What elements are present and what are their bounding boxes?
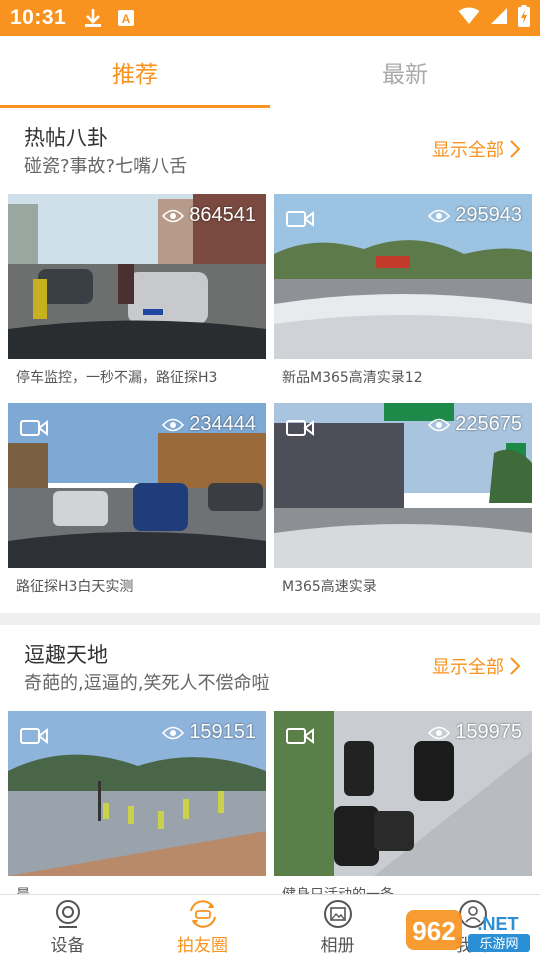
- view-count-value: 159151: [189, 721, 256, 743]
- video-thumbnail: 225675: [274, 403, 532, 568]
- video-caption: 新品M365高清实录12: [282, 370, 423, 386]
- video-caption: M365高速实录: [282, 579, 377, 595]
- video-card[interactable]: 159151 晨: [8, 711, 266, 914]
- video-thumbnail: 159975: [274, 711, 532, 876]
- chevron-right-icon: [510, 657, 520, 675]
- app-root: 10:31 A 推荐 最新 热帖八卦 碰瓷?事故?七嘴八舌 显示全部 86454…: [0, 0, 540, 960]
- keyboard-a-icon: A: [118, 10, 135, 26]
- view-count-value: 234444: [189, 413, 256, 435]
- view-count: 159151: [162, 721, 256, 744]
- video-caption: 路征探H3白天实测: [16, 579, 134, 595]
- section-header: 逗趣天地 奇葩的,逗逼的,笑死人不偿命啦 显示全部: [0, 625, 540, 711]
- battery-icon: [518, 5, 530, 31]
- eye-icon: [162, 418, 185, 431]
- nav-label: 相册: [320, 936, 355, 956]
- section-hot-posts: 热帖八卦 碰瓷?事故?七嘴八舌 显示全部: [0, 108, 540, 194]
- video-camera-icon: [20, 419, 48, 441]
- video-card[interactable]: 295943 新品M365高清实录12: [274, 194, 532, 397]
- view-count-value: 295943: [455, 204, 522, 226]
- status-time: 10:31: [10, 6, 67, 29]
- view-count-value: 159975: [455, 721, 522, 743]
- svg-text:乐游网: 乐游网: [479, 937, 518, 952]
- show-all-link[interactable]: 显示全部: [432, 653, 520, 679]
- eye-icon: [428, 726, 451, 739]
- svg-text:A: A: [122, 12, 131, 26]
- video-card[interactable]: 864541 停车监控，一秒不漏，路征探H3: [8, 194, 266, 397]
- view-count: 864541: [162, 204, 256, 227]
- svg-text:962: 962: [412, 916, 455, 946]
- album-icon: [323, 900, 352, 928]
- show-all-link[interactable]: 显示全部: [432, 136, 520, 162]
- section-subtitle: 碰瓷?事故?七嘴八舌: [24, 156, 188, 177]
- nav-label: 拍友圈: [177, 936, 228, 956]
- view-count-value: 225675: [455, 413, 522, 435]
- tab-bar: 推荐 最新: [0, 36, 540, 108]
- eye-icon: [162, 209, 185, 222]
- show-all-label: 显示全部: [432, 140, 504, 161]
- eye-icon: [162, 726, 185, 739]
- video-thumbnail: 295943: [274, 194, 532, 359]
- video-caption: 停车监控，一秒不漏，路征探H3: [16, 370, 218, 386]
- view-count-value: 864541: [189, 204, 256, 226]
- video-camera-icon: [286, 727, 314, 749]
- download-icon: [84, 8, 102, 28]
- nav-label: 设备: [50, 936, 85, 956]
- video-card[interactable]: 225675 M365高速实录: [274, 403, 532, 606]
- eye-icon: [428, 209, 451, 222]
- section-header: 热帖八卦 碰瓷?事故?七嘴八舌 显示全部: [0, 108, 540, 194]
- view-count: 234444: [162, 413, 256, 436]
- video-camera-icon: [20, 727, 48, 749]
- view-count: 295943: [428, 204, 522, 227]
- eye-icon: [428, 418, 451, 431]
- wifi-icon: [458, 7, 480, 29]
- video-card[interactable]: 159975 健身只活动的一条: [274, 711, 532, 914]
- watermark-logo: 962 .NET 乐游网: [404, 906, 536, 956]
- status-bar: 10:31 A: [0, 0, 540, 36]
- community-car-icon: [189, 900, 216, 928]
- video-thumbnail: 234444: [8, 403, 266, 568]
- video-thumbnail: 864541: [8, 194, 266, 359]
- section-subtitle: 奇葩的,逗逼的,笑死人不偿命啦: [24, 673, 270, 694]
- tab-recommended[interactable]: 推荐: [0, 36, 270, 108]
- view-count: 225675: [428, 413, 522, 436]
- chevron-right-icon: [510, 140, 520, 158]
- section-fun-world: 逗趣天地 奇葩的,逗逼的,笑死人不偿命啦 显示全部: [0, 625, 540, 711]
- tab-latest[interactable]: 最新: [270, 36, 540, 108]
- svg-text:.NET: .NET: [477, 914, 518, 934]
- device-camera-icon: [55, 900, 80, 928]
- view-count: 159975: [428, 721, 522, 744]
- section-title: 热帖八卦: [24, 126, 108, 150]
- video-camera-icon: [286, 210, 314, 232]
- nav-item-album[interactable]: 相册: [270, 895, 405, 960]
- nav-item-community[interactable]: 拍友圈: [135, 895, 270, 960]
- video-thumbnail: 159151: [8, 711, 266, 876]
- video-camera-icon: [286, 419, 314, 441]
- video-card[interactable]: 234444 路征探H3白天实测: [8, 403, 266, 606]
- signal-icon: [490, 7, 508, 29]
- show-all-label: 显示全部: [432, 657, 504, 678]
- section-title: 逗趣天地: [24, 643, 108, 667]
- nav-item-device[interactable]: 设备: [0, 895, 135, 960]
- section-divider: [0, 613, 540, 625]
